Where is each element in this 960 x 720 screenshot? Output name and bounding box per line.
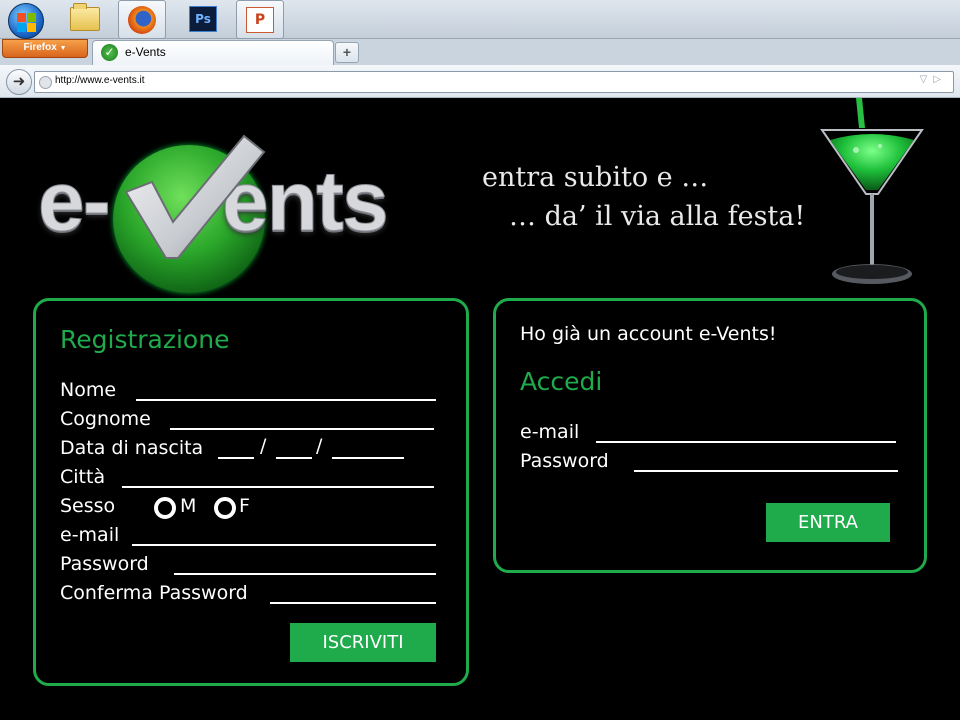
- login-email-label: e-mail: [520, 421, 580, 443]
- data-nascita-label: Data di nascita: [60, 437, 204, 459]
- taskbar-photoshop-button[interactable]: Ps: [180, 1, 226, 37]
- browser-tab[interactable]: ✓ e-Vents: [92, 40, 334, 65]
- powerpoint-icon: P: [246, 6, 274, 33]
- cognome-label: Cognome: [60, 408, 151, 430]
- login-password-label: Password: [520, 450, 609, 472]
- date-separator: /: [316, 435, 323, 457]
- conferma-password-input[interactable]: [270, 602, 436, 604]
- back-button[interactable]: ➜: [6, 69, 32, 95]
- tagline-line-2: … da’ il via alla festa!: [509, 201, 806, 232]
- address-bar[interactable]: http://www.e-vents.it ▽▷: [34, 71, 954, 93]
- iscriviti-button[interactable]: ISCRIVITI: [290, 623, 436, 662]
- cocktail-glass-image: [820, 98, 924, 284]
- password-input[interactable]: [174, 573, 436, 575]
- registration-title: Registrazione: [60, 325, 230, 354]
- birth-day-input[interactable]: [218, 457, 254, 459]
- photoshop-icon: Ps: [189, 6, 217, 32]
- login-password-input[interactable]: [634, 470, 898, 472]
- navigation-bar: ➜ http://www.e-vents.it ▽▷: [0, 65, 960, 98]
- sex-female-radio[interactable]: [214, 497, 236, 519]
- login-email-input[interactable]: [596, 441, 896, 443]
- login-title: Accedi: [520, 367, 603, 396]
- sex-male-label: M: [180, 495, 197, 517]
- login-intro: Ho già un account e-Vents!: [520, 323, 777, 345]
- email-input[interactable]: [132, 544, 436, 546]
- checkmark-favicon-icon: ✓: [101, 44, 118, 61]
- taskbar-explorer-button[interactable]: [62, 1, 108, 37]
- page-content: e- ents entra subito e … … da’ il via al…: [0, 98, 960, 720]
- checkmark-icon: [124, 134, 266, 259]
- cognome-input[interactable]: [170, 428, 434, 430]
- firefox-icon: [128, 5, 156, 34]
- citta-label: Città: [60, 466, 106, 488]
- tab-bar: Firefox ▼ ✓ e-Vents +: [0, 39, 960, 65]
- email-label: e-mail: [60, 524, 120, 546]
- conferma-password-label: Conferma Password: [60, 582, 248, 604]
- firefox-menu-button[interactable]: Firefox ▼: [2, 39, 88, 58]
- tagline-line-1: entra subito e …: [482, 162, 709, 193]
- back-arrow-icon: ➜: [12, 72, 26, 90]
- citta-input[interactable]: [122, 486, 434, 488]
- url-text: http://www.e-vents.it: [55, 75, 145, 86]
- birth-month-input[interactable]: [276, 457, 312, 459]
- sesso-label: Sesso: [60, 495, 116, 517]
- firefox-menu-label: Firefox: [23, 42, 57, 53]
- nome-label: Nome: [60, 379, 117, 401]
- login-panel: Ho già un account e-Vents! Accedi e-mail…: [493, 298, 927, 573]
- taskbar-powerpoint-button[interactable]: P: [236, 0, 284, 39]
- sex-male-radio[interactable]: [154, 497, 176, 519]
- taskbar-firefox-button[interactable]: [118, 0, 166, 39]
- entra-button[interactable]: ENTRA: [766, 503, 890, 542]
- date-separator: /: [260, 435, 267, 457]
- chevron-down-icon: ▼: [59, 45, 67, 52]
- password-label: Password: [60, 553, 149, 575]
- folder-icon: [70, 3, 100, 31]
- sex-female-label: F: [239, 495, 250, 517]
- nome-input[interactable]: [136, 399, 436, 401]
- registration-panel: Registrazione Nome Cognome Data di nasci…: [33, 298, 469, 686]
- new-tab-button[interactable]: +: [335, 42, 359, 63]
- e-vents-logo: e- ents: [38, 120, 418, 293]
- site-identity-icon: [39, 76, 52, 89]
- tab-title: e-Vents: [125, 45, 166, 59]
- start-button[interactable]: [2, 1, 48, 39]
- taskbar: Ps P: [0, 0, 960, 39]
- windows-logo-icon: [8, 3, 44, 39]
- birth-year-input[interactable]: [332, 457, 404, 459]
- dropdown-arrow-icon[interactable]: ▽: [920, 74, 934, 85]
- go-arrow-icon[interactable]: ▷: [933, 74, 947, 85]
- logo-text-left: e-: [38, 154, 112, 249]
